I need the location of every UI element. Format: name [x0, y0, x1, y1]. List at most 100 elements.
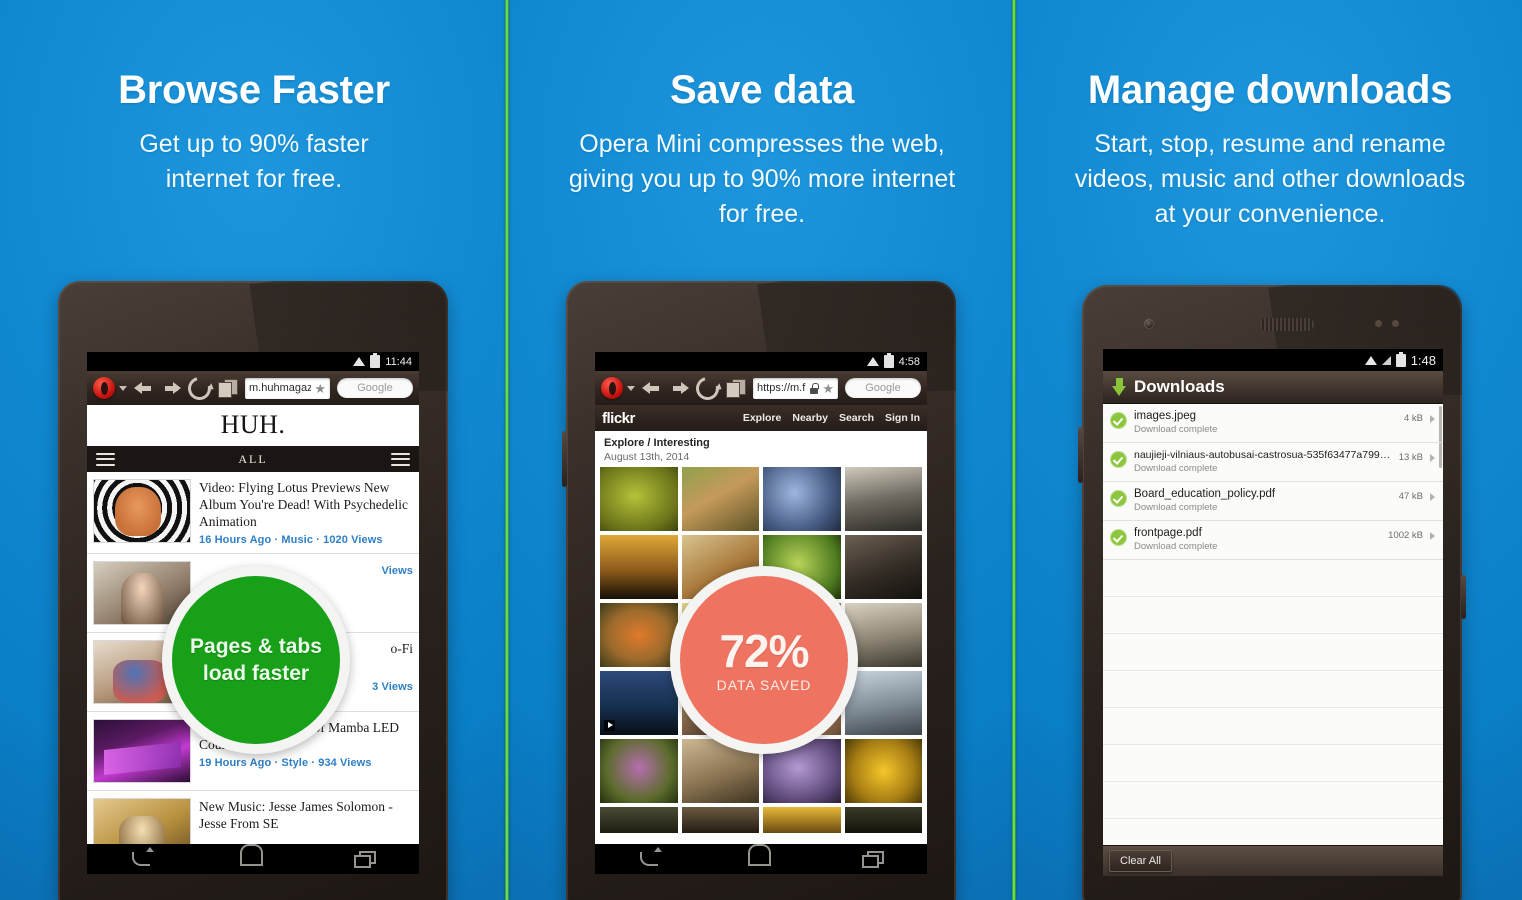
- explore-header: Explore / Interesting August 13th, 2014: [595, 431, 927, 465]
- search-input[interactable]: Google: [845, 378, 921, 398]
- panel-title-3: Manage downloads: [1087, 68, 1453, 112]
- arrow-back-icon[interactable]: [134, 380, 154, 396]
- nav-recents-icon[interactable]: [353, 851, 376, 868]
- photo-cell[interactable]: [844, 467, 922, 531]
- flickr-link-search[interactable]: Search: [839, 412, 874, 424]
- download-status: Download complete: [1134, 463, 1218, 474]
- reload-icon[interactable]: [691, 372, 724, 404]
- light-sensor-icon: [1392, 320, 1399, 327]
- earpiece-speaker-icon: [1260, 318, 1314, 331]
- check-circle-icon: [1110, 451, 1127, 468]
- nav-home-icon[interactable]: [240, 844, 264, 866]
- nav-home-icon[interactable]: [748, 844, 772, 866]
- wifi-icon: [353, 357, 366, 366]
- url-text: m.huhmagazine.co: [249, 382, 312, 394]
- status-clock: 1:48: [1410, 352, 1436, 368]
- address-bar[interactable]: https://m.flickr.c ★: [753, 377, 838, 399]
- tabs-icon[interactable]: [726, 379, 746, 398]
- panel-divider-2: [1012, 0, 1016, 900]
- flickr-link-explore[interactable]: Explore: [743, 412, 782, 424]
- photo-cell[interactable]: [844, 739, 922, 803]
- hamburger-icon[interactable]: [390, 452, 410, 466]
- article-title: New Music: Jesse James Solomon - Jesse F…: [199, 799, 393, 831]
- hamburger-icon[interactable]: [96, 452, 115, 466]
- battery-icon: [1395, 351, 1406, 367]
- article-meta: 16 Hours Ago · Music · 1020 Views: [199, 534, 383, 546]
- nav-recents-icon[interactable]: [861, 851, 884, 868]
- flickr-site-header: flickr Explore Nearby Search Sign In: [595, 405, 927, 431]
- arrow-forward-icon[interactable]: [161, 380, 181, 396]
- download-file-name: naujieji-vilniaus-autobusai-castrosua-53…: [1134, 449, 1392, 461]
- chevron-right-icon[interactable]: [1430, 493, 1435, 501]
- nav-back-icon[interactable]: [132, 847, 155, 866]
- phone-device-1: 11:44 m.huhmagazine.co ★ Google HUH.: [58, 281, 448, 900]
- photo-cell[interactable]: [600, 739, 678, 803]
- arrow-forward-icon[interactable]: [669, 380, 689, 396]
- opera-logo-icon[interactable]: [93, 377, 115, 399]
- chevron-right-icon[interactable]: [1430, 415, 1435, 423]
- wifi-icon: [866, 357, 879, 366]
- empty-row: [1103, 782, 1443, 819]
- photo-cell[interactable]: [844, 671, 922, 735]
- nav-back-icon[interactable]: [640, 847, 663, 866]
- check-circle-icon: [1110, 529, 1127, 546]
- download-item[interactable]: images.jpeg Download complete 4 kB: [1103, 404, 1443, 443]
- photo-cell-video[interactable]: [600, 671, 678, 735]
- android-nav-bar-1: [87, 844, 419, 874]
- photo-cell[interactable]: [763, 467, 841, 531]
- photo-cell[interactable]: [600, 603, 678, 667]
- download-item[interactable]: naujieji-vilniaus-autobusai-castrosua-53…: [1103, 443, 1443, 482]
- download-file-size: 4 kB: [1403, 413, 1423, 424]
- download-status: Download complete: [1134, 541, 1218, 552]
- article-meta: 19 Hours Ago · Style · 934 Views: [199, 757, 372, 769]
- photo-cell[interactable]: [681, 807, 759, 833]
- download-status: Download complete: [1134, 502, 1218, 513]
- download-file-size: 1002 kB: [1388, 530, 1423, 541]
- battery-icon: [883, 353, 894, 368]
- clear-all-button[interactable]: Clear All: [1109, 850, 1172, 872]
- volume-button[interactable]: [1078, 427, 1083, 483]
- search-input[interactable]: Google: [337, 378, 413, 398]
- status-clock: 4:58: [898, 355, 920, 368]
- star-icon[interactable]: ★: [822, 382, 834, 395]
- address-bar[interactable]: m.huhmagazine.co ★: [245, 377, 330, 399]
- download-file-name: images.jpeg: [1134, 410, 1197, 422]
- opera-logo-icon[interactable]: [601, 377, 623, 399]
- downloads-footer: Clear All: [1103, 845, 1443, 876]
- photo-cell[interactable]: [600, 467, 678, 531]
- page-title: Downloads: [1134, 377, 1225, 396]
- photo-cell[interactable]: [844, 535, 922, 599]
- panel-subtitle-3: Start, stop, resume and rename videos, m…: [1074, 130, 1466, 228]
- photo-cell[interactable]: [681, 467, 759, 531]
- chevron-right-icon[interactable]: [1430, 454, 1435, 462]
- download-item[interactable]: frontpage.pdf Download complete 1002 kB: [1103, 521, 1443, 560]
- empty-row: [1103, 745, 1443, 782]
- photo-cell[interactable]: [600, 535, 678, 599]
- article-row[interactable]: Video: Flying Lotus Previews New Album Y…: [87, 472, 419, 554]
- download-arrow-icon: [1112, 378, 1127, 396]
- power-button[interactable]: [1461, 575, 1466, 619]
- badge-pages-tabs: Pages & tabs load faster: [162, 566, 350, 754]
- power-button[interactable]: [562, 431, 567, 487]
- panel-heading-3: Manage downloads Start, stop, resume and…: [1036, 68, 1504, 232]
- flickr-link-nearby[interactable]: Nearby: [792, 412, 828, 424]
- chevron-right-icon[interactable]: [1430, 532, 1435, 540]
- reload-icon[interactable]: [183, 372, 216, 404]
- star-icon[interactable]: ★: [314, 382, 326, 395]
- photo-cell[interactable]: [600, 807, 678, 833]
- tabs-icon[interactable]: [218, 379, 238, 398]
- android-status-bar-3: 1:48: [1103, 349, 1443, 371]
- photo-cell[interactable]: [763, 807, 841, 833]
- download-item[interactable]: Board_education_policy.pdf Download comp…: [1103, 482, 1443, 521]
- arrow-back-icon[interactable]: [642, 380, 662, 396]
- photo-cell[interactable]: [844, 807, 922, 833]
- site-nav-bar: ALL: [87, 446, 419, 472]
- badge-data-saved: 72% DATA SAVED: [670, 566, 858, 754]
- chevron-down-icon[interactable]: [119, 385, 127, 391]
- badge-line-2: load faster: [202, 662, 310, 685]
- flickr-link-signin[interactable]: Sign In: [885, 412, 920, 424]
- front-camera-icon: [1144, 319, 1154, 329]
- check-circle-icon: [1110, 412, 1127, 429]
- panel-divider-1: [505, 0, 509, 900]
- chevron-down-icon[interactable]: [627, 385, 635, 391]
